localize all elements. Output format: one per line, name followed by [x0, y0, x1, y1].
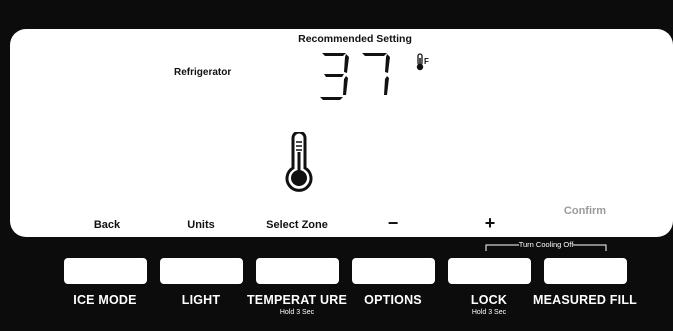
- soft-key-units[interactable]: Units: [146, 219, 256, 231]
- unit-label: F: [424, 57, 429, 66]
- turn-cooling-off-label: Turn Cooling Off: [518, 240, 574, 249]
- zone-label: Refrigerator: [174, 67, 232, 78]
- soft-key-plus[interactable]: +: [435, 213, 545, 234]
- turn-cooling-off-bracket: Turn Cooling Off: [485, 240, 607, 251]
- ice-mode-button[interactable]: [64, 258, 147, 284]
- light-button[interactable]: [160, 258, 243, 284]
- lock-label: LOCK: [470, 293, 508, 307]
- soft-key-confirm[interactable]: Confirm: [530, 205, 640, 217]
- unit-indicator: F: [415, 53, 429, 76]
- temperature-label: TEMPERAT URE: [246, 293, 348, 307]
- soft-key-minus[interactable]: −: [338, 213, 448, 234]
- measured-fill-button[interactable]: [544, 258, 627, 284]
- ice-mode-label: ICE MODE: [73, 293, 137, 307]
- thermometer-icon: [285, 132, 313, 192]
- temperature-hold-hint: Hold 3 Sec: [279, 309, 315, 316]
- options-button[interactable]: [352, 258, 435, 284]
- options-label: OPTIONS: [364, 293, 422, 307]
- recommended-setting-header: Recommended Setting: [298, 33, 412, 45]
- control-display-panel: Recommended Setting Refrigerator 37 F: [10, 29, 673, 237]
- soft-key-select-zone[interactable]: Select Zone: [242, 219, 352, 231]
- light-label: LIGHT: [181, 293, 221, 307]
- lock-button[interactable]: [448, 258, 531, 284]
- measured-fill-label: MEASURED FILL: [533, 293, 637, 307]
- lock-hold-hint: Hold 3 Sec: [471, 309, 507, 316]
- temperature-button[interactable]: [256, 258, 339, 284]
- temperature-readout: 37: [320, 53, 390, 100]
